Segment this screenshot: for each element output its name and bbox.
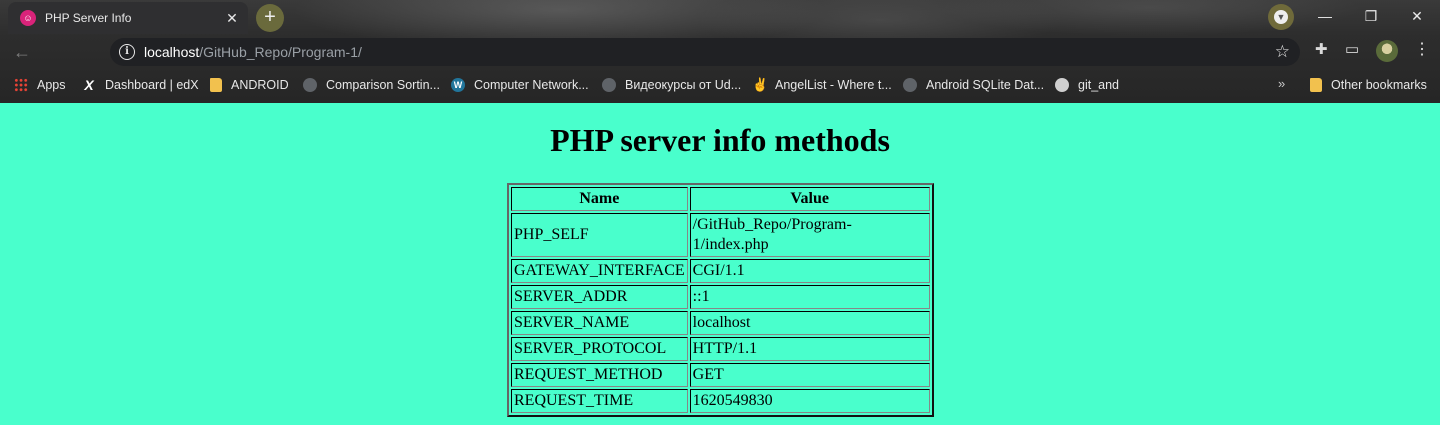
cell-value: 1620549830	[689, 389, 930, 413]
column-header-name: Name	[511, 187, 688, 211]
apps-grid-icon	[14, 78, 28, 92]
table-row: REQUEST_TIME 1620549830	[511, 389, 930, 413]
table-row: SERVER_ADDR ::1	[511, 285, 930, 309]
bookmark-label: ANDROID	[231, 78, 289, 92]
bookmark-android-folder[interactable]: ANDROID	[210, 76, 289, 94]
bookmark-apps[interactable]: Apps	[14, 76, 66, 94]
tab-title: PHP Server Info	[45, 11, 132, 25]
angellist-icon: ✌	[752, 77, 769, 92]
bookmark-git-and[interactable]: git_and	[1055, 76, 1119, 94]
extensions-puzzle-icon[interactable]: ✚	[1315, 40, 1328, 58]
globe-icon	[903, 78, 917, 92]
bookmark-edx[interactable]: X Dashboard | edX	[82, 76, 199, 94]
globe-icon	[602, 78, 616, 92]
tab-strip: ☺ PHP Server Info ✕ + ▼ — ❐ ✕	[0, 0, 1440, 34]
bookmark-computer-network[interactable]: W Computer Network...	[451, 76, 589, 94]
cell-value: CGI/1.1	[689, 259, 930, 283]
tab-php-server-info[interactable]: ☺ PHP Server Info ✕	[8, 2, 248, 34]
back-arrow-icon[interactable]: ←	[10, 40, 34, 64]
cell-name: SERVER_NAME	[511, 311, 688, 335]
bookmark-label: Apps	[37, 78, 66, 92]
bookmark-label: Computer Network...	[474, 78, 589, 92]
browser-chrome: ☺ PHP Server Info ✕ + ▼ — ❐ ✕ ← i localh…	[0, 0, 1440, 103]
folder-icon	[210, 78, 222, 92]
cell-name: REQUEST_METHOD	[511, 363, 688, 387]
wordpress-icon: W	[451, 78, 465, 92]
cell-value: GET	[689, 363, 930, 387]
cell-name: SERVER_ADDR	[511, 285, 688, 309]
table-row: SERVER_NAME localhost	[511, 311, 930, 335]
page-title: PHP server info methods	[550, 122, 890, 158]
download-indicator-button[interactable]: ▼	[1268, 4, 1294, 30]
bookmark-label: Видеокурсы от Ud...	[625, 78, 742, 92]
bookmark-android-sqlite[interactable]: Android SQLite Dat...	[903, 76, 1044, 94]
restore-button[interactable]: ❐	[1348, 4, 1394, 28]
chevron-right-icon[interactable]: »	[1278, 76, 1285, 91]
table-row: PHP_SELF /GitHub_Repo/Program-1/index.ph…	[511, 213, 930, 257]
cell-value: localhost	[689, 311, 930, 335]
bookmark-star-icon[interactable]: ☆	[1275, 42, 1290, 62]
toolbar: ← i localhost/GitHub_Repo/Program-1/ ☆ ✚…	[0, 34, 1440, 70]
url-text: localhost/GitHub_Repo/Program-1/	[144, 44, 362, 60]
page-content: PHP server info methods Name Value PHP_S…	[0, 103, 1440, 425]
minimize-button[interactable]: —	[1302, 4, 1348, 28]
bookmark-label: Dashboard | edX	[105, 78, 199, 92]
address-bar[interactable]: i localhost/GitHub_Repo/Program-1/ ☆	[110, 38, 1300, 66]
url-path: /GitHub_Repo/Program-1/	[199, 44, 362, 60]
cell-value: ::1	[689, 285, 930, 309]
cell-name: SERVER_PROTOCOL	[511, 337, 688, 361]
bookmark-angellist[interactable]: ✌ AngelList - Where t...	[752, 76, 892, 94]
edx-icon: X	[84, 77, 94, 93]
table-row: SERVER_PROTOCOL HTTP/1.1	[511, 337, 930, 361]
new-tab-button[interactable]: +	[256, 4, 284, 32]
close-icon[interactable]: ✕	[224, 10, 240, 26]
server-info-table: Name Value PHP_SELF /GitHub_Repo/Program…	[507, 183, 934, 417]
cell-value: /GitHub_Repo/Program-1/index.php	[689, 213, 930, 257]
bookmark-other-bookmarks[interactable]: Other bookmarks	[1310, 76, 1427, 94]
cast-icon[interactable]: ▭	[1345, 40, 1359, 58]
info-icon[interactable]: i	[119, 44, 135, 60]
cell-value: HTTP/1.1	[689, 337, 930, 361]
bookmark-udemy-courses[interactable]: Видеокурсы от Ud...	[602, 76, 741, 94]
bookmark-comparison-sorting[interactable]: Comparison Sortin...	[303, 76, 440, 94]
bookmark-label: Other bookmarks	[1331, 78, 1427, 92]
bookmark-label: Comparison Sortin...	[326, 78, 440, 92]
close-window-button[interactable]: ✕	[1394, 4, 1440, 28]
cell-name: GATEWAY_INTERFACE	[511, 259, 688, 283]
url-host: localhost	[144, 44, 200, 60]
github-icon	[1055, 78, 1069, 92]
column-header-value: Value	[689, 187, 930, 211]
bookmark-label: git_and	[1078, 78, 1120, 92]
menu-dots-icon[interactable]: ⋮	[1414, 40, 1430, 60]
cell-name: PHP_SELF	[511, 213, 688, 257]
table-row: GATEWAY_INTERFACE CGI/1.1	[511, 259, 930, 283]
bookmark-label: Android SQLite Dat...	[926, 78, 1045, 92]
avatar[interactable]	[1376, 40, 1398, 62]
table-row: REQUEST_METHOD GET	[511, 363, 930, 387]
chevron-down-icon: ▼	[1274, 10, 1288, 24]
cell-name: REQUEST_TIME	[511, 389, 688, 413]
php-favicon-icon: ☺	[20, 10, 36, 26]
bookmark-label: AngelList - Where t...	[775, 78, 892, 92]
table-header-row: Name Value	[511, 187, 930, 211]
globe-icon	[303, 78, 317, 92]
bookmarks-bar: Apps X Dashboard | edX ANDROID Compariso…	[0, 72, 1440, 98]
folder-icon	[1310, 78, 1322, 92]
